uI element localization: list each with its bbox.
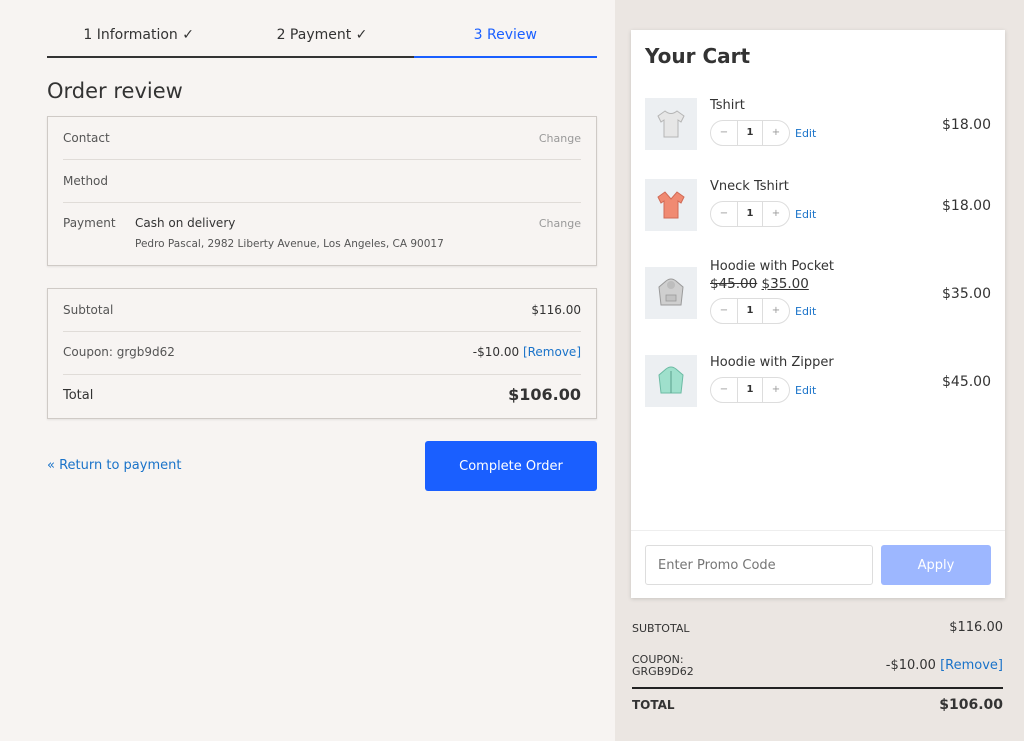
cart-item: Tshirt − 1 + Edit $18.00	[645, 98, 991, 154]
order-totals-panel: Subtotal $116.00 Coupon: grgb9d62 -$10.0…	[47, 288, 597, 419]
summary-divider	[632, 687, 1003, 689]
step-payment[interactable]: 2 Payment ✓	[230, 18, 414, 58]
item-name: Hoodie with Zipper	[710, 355, 834, 370]
quantity-stepper: − 1 +	[710, 201, 790, 227]
step-review[interactable]: 3 Review	[413, 18, 597, 58]
zip-hoodie-icon	[645, 355, 697, 407]
summary-subtotal-label: SUBTOTAL	[632, 622, 690, 635]
remove-coupon-link[interactable]: [Remove]	[523, 345, 581, 359]
item-price: $18.00	[942, 117, 991, 133]
subtotal-label: Subtotal	[63, 303, 114, 317]
item-price: $45.00	[942, 374, 991, 390]
tshirt-icon	[645, 98, 697, 150]
quantity-stepper: − 1 +	[710, 298, 790, 324]
contact-change-link[interactable]: Change	[539, 132, 581, 145]
summary-remove-coupon-link[interactable]: [Remove]	[940, 658, 1003, 673]
complete-order-button[interactable]: Complete Order	[425, 441, 597, 491]
promo-code-input[interactable]	[645, 545, 873, 585]
summary-coupon-label: COUPON: GRGB9D62	[632, 654, 694, 678]
apply-promo-button[interactable]: Apply	[881, 545, 991, 585]
step-information[interactable]: 1 Information ✓	[47, 18, 231, 58]
coupon-discount-value: -$10.00	[472, 345, 520, 359]
quantity-value[interactable]: 1	[737, 299, 763, 323]
quantity-value[interactable]: 1	[737, 378, 763, 402]
method-label: Method	[63, 174, 109, 188]
review-details-panel: Contact Change Method Payment Cash on de…	[47, 116, 597, 266]
total-label: Total	[63, 388, 94, 403]
quantity-value[interactable]: 1	[737, 121, 763, 145]
decrease-quantity-button[interactable]: −	[711, 208, 737, 219]
item-name: Tshirt	[710, 98, 745, 113]
quantity-value[interactable]: 1	[737, 202, 763, 226]
item-price-group: $45.00 $35.00	[710, 276, 809, 292]
cart-item: Vneck Tshirt − 1 + Edit $18.00	[645, 179, 991, 235]
edit-item-link[interactable]: Edit	[795, 305, 816, 318]
decrease-quantity-button[interactable]: −	[711, 384, 737, 395]
total-value: $106.00	[508, 385, 581, 404]
original-price: $45.00	[710, 276, 758, 292]
divider	[63, 374, 581, 375]
return-to-payment-link[interactable]: « Return to payment	[47, 458, 181, 473]
edit-item-link[interactable]: Edit	[795, 384, 816, 397]
divider	[63, 202, 581, 203]
quantity-stepper: − 1 +	[710, 120, 790, 146]
promo-code-section: Apply	[631, 530, 1005, 598]
decrease-quantity-button[interactable]: −	[711, 305, 737, 316]
cart-item: Hoodie with Zipper − 1 + Edit $45.00	[645, 355, 991, 411]
increase-quantity-button[interactable]: +	[763, 305, 789, 316]
quantity-stepper: − 1 +	[710, 377, 790, 403]
increase-quantity-button[interactable]: +	[763, 384, 789, 395]
increase-quantity-button[interactable]: +	[763, 208, 789, 219]
edit-item-link[interactable]: Edit	[795, 208, 816, 221]
edit-item-link[interactable]: Edit	[795, 127, 816, 140]
vneck-tshirt-icon	[645, 179, 697, 231]
decrease-quantity-button[interactable]: −	[711, 127, 737, 138]
coupon-value-group: -$10.00 [Remove]	[473, 345, 581, 359]
sale-price: $35.00	[761, 276, 809, 292]
divider	[63, 331, 581, 332]
cart-panel: Your Cart Tshirt − 1 + Edit $18.00 Vneck…	[631, 30, 1005, 598]
contact-label: Contact	[63, 131, 110, 145]
cart-sidebar: Your Cart Tshirt − 1 + Edit $18.00 Vneck…	[615, 0, 1024, 741]
checkout-steps: 1 Information ✓ 2 Payment ✓ 3 Review	[47, 18, 597, 58]
item-price: $18.00	[942, 198, 991, 214]
subtotal-value: $116.00	[531, 303, 581, 317]
cart-item: Hoodie with Pocket $45.00 $35.00 − 1 + E…	[645, 259, 991, 324]
summary-subtotal-value: $116.00	[949, 620, 1003, 635]
summary-total-value: $106.00	[939, 697, 1003, 713]
cart-title: Your Cart	[645, 44, 751, 68]
payment-method-value: Cash on delivery	[135, 216, 236, 230]
payment-address: Pedro Pascal, 2982 Liberty Avenue, Los A…	[135, 238, 444, 250]
item-name: Hoodie with Pocket	[710, 259, 835, 274]
page-title: Order review	[47, 79, 183, 103]
item-price: $35.00	[942, 286, 991, 302]
summary-coupon-value-group: -$10.00 [Remove]	[886, 658, 1003, 673]
hoodie-icon	[645, 267, 697, 319]
divider	[63, 159, 581, 160]
summary-total-label: TOTAL	[632, 698, 675, 712]
checkout-main: 1 Information ✓ 2 Payment ✓ 3 Review Ord…	[0, 0, 615, 741]
item-name: Vneck Tshirt	[710, 179, 789, 194]
summary-coupon-code: GRGB9D62	[632, 665, 694, 678]
increase-quantity-button[interactable]: +	[763, 127, 789, 138]
payment-change-link[interactable]: Change	[539, 217, 581, 230]
summary-coupon-value: -$10.00	[885, 658, 936, 673]
